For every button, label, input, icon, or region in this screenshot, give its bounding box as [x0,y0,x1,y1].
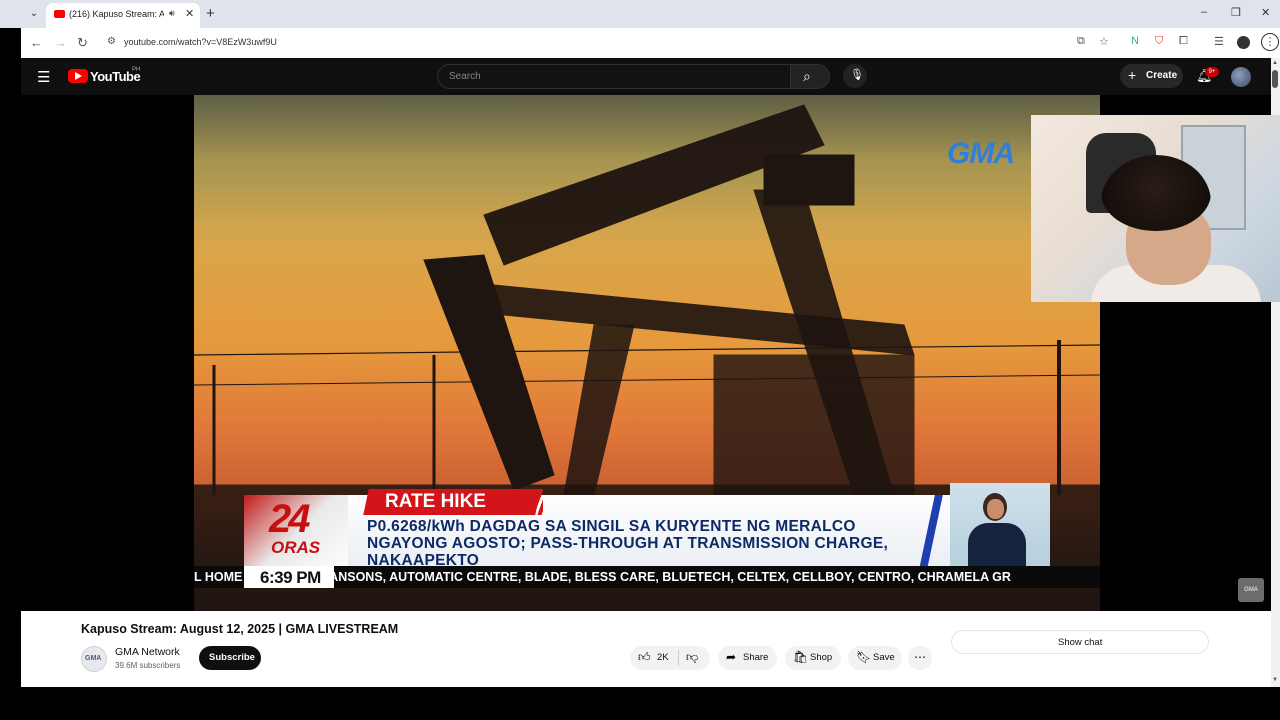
video-frame[interactable]: GMA 24 ORAS RATE HIKE P0.6268/kWh DAGDAG… [194,95,1100,611]
youtube-masthead: ☰ YouTube PH Search ⌕ 🎙︎ + Create 🔔︎ 9+ [21,58,1271,95]
profile-avatar-icon[interactable] [1237,36,1250,49]
like-count[interactable]: 2K [657,652,669,663]
channel-avatar-label: GMA [85,655,102,662]
bookmark-icon: 🔖︎ [856,650,872,664]
browser-tab-strip: ⌄ (216) Kapuso Stream: Augu 🔊︎ ✕ + – ❐ ✕ [0,0,1280,28]
taskbar-strip [0,687,1280,720]
close-tab-icon[interactable]: ✕ [185,7,194,20]
shop-label: Shop [810,652,833,663]
more-actions-button[interactable]: ⋯ [908,646,932,670]
share-arrow-icon: ➦ [726,650,737,664]
share-label: Share [743,652,769,663]
lower-third-tag: RATE HIKE [385,491,486,512]
subscribe-button[interactable]: Subscribe [199,646,261,670]
voice-search-button[interactable]: 🎙︎ [843,64,867,88]
search-placeholder: Search [449,71,481,82]
subscriber-count: 39.6M subscribers [115,661,181,670]
bookmark-star-icon[interactable]: ☆ [1099,35,1109,48]
channel-watermark[interactable]: GMA [1238,578,1264,602]
minimize-button[interactable]: – [1201,6,1207,18]
shopping-bag-icon: 🛍︎ [793,650,809,664]
url-text: youtube.com/watch?v=V8EzW3uwf9U [124,37,277,47]
like-divider [678,650,679,666]
media-controls-icon[interactable]: ☰ [1214,35,1224,48]
save-label: Save [873,652,895,663]
more-dots-icon: ⋯ [914,650,926,664]
scrollbar-thumb[interactable] [1272,70,1278,88]
page-left-margin [0,28,21,720]
show-chat-button[interactable]: Show chat [951,630,1209,654]
reload-icon[interactable]: ↻ [77,35,88,51]
browser-toolbar: ← → ↻ ⚙︎ youtube.com/watch?v=V8EzW3uwf9U… [21,28,1280,58]
broadcast-time: 6:39 PM [260,568,321,587]
like-dislike-group: 👍︎ 2K 👎︎ [630,646,710,670]
browser-tab[interactable]: (216) Kapuso Stream: Augu 🔊︎ ✕ [46,3,200,28]
install-app-icon[interactable]: ⧉ [1077,35,1085,48]
thumbs-down-icon[interactable]: 👎︎ [686,650,698,665]
subscribe-label: Subscribe [209,652,255,663]
site-info-icon[interactable]: ⚙︎ [107,36,116,47]
show-logo-number: 24 [269,497,310,541]
scroll-down-arrow-icon[interactable]: ▼ [1272,677,1278,683]
share-button[interactable]: ➦ Share [718,646,777,670]
show-logo-name: ORAS [271,538,321,557]
address-bar[interactable]: ⚙︎ youtube.com/watch?v=V8EzW3uwf9U [101,32,1107,54]
thumbs-up-icon[interactable]: 👍︎ [638,650,651,665]
tag-stripes [517,489,543,515]
create-label: Create [1146,70,1178,81]
plus-icon: + [1128,67,1137,83]
channel-name-link[interactable]: GMA Network [115,646,180,658]
extension-shield-icon[interactable]: ⛉ [1155,35,1163,48]
country-code: PH [132,67,141,73]
youtube-favicon-icon [54,10,65,18]
forward-arrow-icon[interactable]: → [54,35,67,50]
video-player[interactable]: GMA 24 ORAS RATE HIKE P0.6268/kWh DAGDAG… [21,95,1280,611]
search-button[interactable]: ⌕ [790,64,830,89]
browser-menu-icon[interactable]: ⋮ [1261,33,1279,51]
sign-language-interpreter [950,483,1050,569]
scroll-up-arrow-icon[interactable]: ▲ [1272,60,1278,66]
youtube-logo-icon[interactable] [68,69,88,83]
back-arrow-icon[interactable]: ← [30,35,43,50]
hamburger-menu-icon[interactable]: ☰ [37,68,50,86]
account-avatar[interactable] [1231,67,1251,87]
close-window-button[interactable]: ✕ [1261,6,1270,19]
extensions-puzzle-icon[interactable]: ⧠ [1179,35,1188,48]
new-tab-button[interactable]: + [206,5,215,22]
gma-channel-bug: GMA [947,137,1015,170]
show-chat-label: Show chat [1058,637,1103,648]
streamer-webcam-overlay [1031,115,1280,302]
speaker-icon[interactable]: 🔊︎ [169,8,175,19]
restore-button[interactable]: ❐ [1231,6,1241,19]
tab-title: (216) Kapuso Stream: Augu [69,9,164,19]
video-title: Kapuso Stream: August 12, 2025 | GMA LIV… [81,622,399,636]
interpreter-body [968,523,1026,569]
notification-badge: 9+ [1205,67,1219,77]
lower-third-headline: P0.6268/kWh DAGDAG SA SINGIL SA KURYENTE… [367,518,889,569]
search-input[interactable]: Search [437,64,791,89]
video-details: Kapuso Stream: August 12, 2025 | GMA LIV… [21,611,1271,687]
tab-search-chevron-icon[interactable]: ⌄ [26,6,42,22]
extension-n-icon[interactable]: N [1131,35,1139,47]
create-button[interactable]: + Create [1120,64,1183,88]
save-button[interactable]: 🔖︎ Save [848,646,902,670]
microphone-icon: 🎙︎ [850,69,864,81]
shop-button[interactable]: 🛍︎ Shop [785,646,841,670]
channel-avatar[interactable]: GMA [81,646,107,672]
interpreter-face [987,499,1004,519]
play-icon [75,72,82,80]
search-icon: ⌕ [803,68,811,84]
